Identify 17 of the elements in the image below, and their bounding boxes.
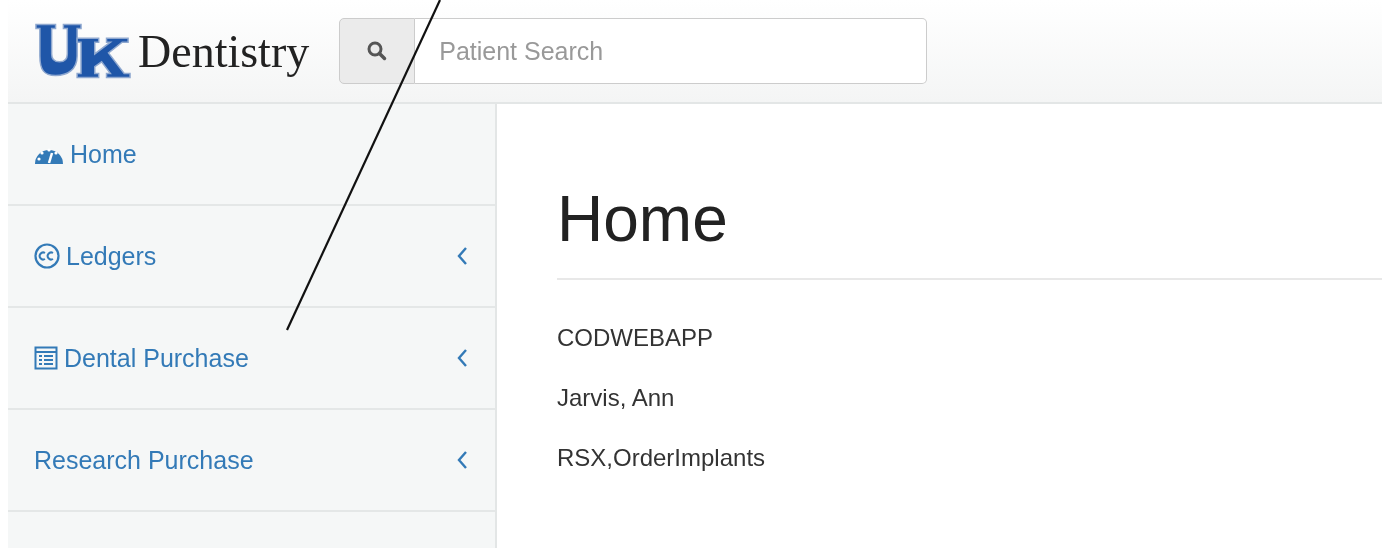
- chevron-left-icon: [455, 449, 469, 471]
- sidebar-item[interactable]: Home: [8, 104, 495, 206]
- sidebar-item[interactable]: Dental Purchase: [8, 308, 495, 410]
- logo-text: Dentistry: [138, 24, 310, 78]
- page-title: Home: [557, 182, 729, 256]
- chevron-left-icon: [455, 245, 469, 267]
- info-text: RSX,OrderImplants: [557, 444, 767, 472]
- info-text: CODWEBAPP: [557, 324, 715, 352]
- search-icon: [366, 40, 389, 62]
- chevron-left-icon: [455, 347, 469, 369]
- search-button[interactable]: [339, 18, 416, 84]
- info-text: Jarvis, Ann: [557, 384, 676, 412]
- sidebar-item[interactable]: Research Purchase: [8, 410, 495, 512]
- sidebar-item[interactable]: Ledgers: [8, 206, 495, 308]
- list-icon: [34, 346, 58, 370]
- search-field[interactable]: Patient Search: [415, 18, 928, 84]
- cc-icon: [34, 243, 60, 269]
